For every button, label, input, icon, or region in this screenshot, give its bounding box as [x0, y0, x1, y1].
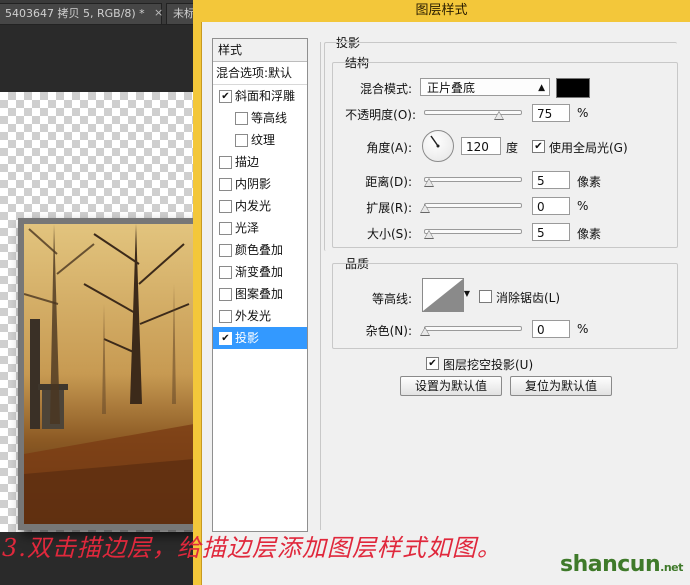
style-item-label: 斜面和浮雕	[235, 89, 296, 103]
style-item-label: 纹理	[251, 133, 276, 147]
style-item-label: 等高线	[251, 111, 288, 125]
style-item-9[interactable]: 图案叠加	[213, 283, 307, 305]
angle-input[interactable]: 120	[461, 137, 501, 155]
knockout-label: 图层挖空投影(U)	[443, 358, 534, 372]
style-item-7[interactable]: 颜色叠加	[213, 239, 307, 261]
watermark-text: shancun	[560, 552, 661, 577]
spread-input[interactable]: 0	[532, 197, 570, 215]
style-checkbox[interactable]	[219, 178, 232, 191]
style-item-1[interactable]: 等高线	[213, 107, 307, 129]
opacity-unit: %	[577, 106, 589, 120]
spread-unit: %	[577, 199, 589, 213]
size-input[interactable]: 5	[532, 223, 570, 241]
style-item-5[interactable]: 内发光	[213, 195, 307, 217]
distance-input[interactable]: 5	[532, 171, 570, 189]
noise-unit: %	[577, 322, 589, 336]
knockout-checkbox[interactable]: ✔	[426, 357, 439, 370]
style-item-3[interactable]: 描边	[213, 151, 307, 173]
blend-mode-value: 正片叠底	[427, 81, 476, 95]
autumn-park-photo	[24, 224, 194, 524]
antialias-label: 消除锯齿(L)	[496, 291, 561, 305]
style-item-label: 内阴影	[235, 177, 272, 191]
style-checkbox[interactable]: ✔	[219, 332, 232, 345]
make-default-button[interactable]: 设置为默认值	[400, 376, 502, 396]
contour-preview[interactable]	[422, 278, 464, 312]
blending-options-default[interactable]: 混合选项:默认	[213, 62, 307, 85]
style-checkbox[interactable]: ✔	[219, 90, 232, 103]
site-watermark: shancun.net	[560, 552, 683, 577]
style-item-2[interactable]: 纹理	[213, 129, 307, 151]
style-item-label: 渐变叠加	[235, 265, 284, 279]
global-light-checkbox[interactable]: ✔	[532, 140, 545, 153]
tutorial-caption: 3.双击描边层，给描边层添加图层样式如图。	[2, 534, 502, 562]
dialog-body: 样式 混合选项:默认 ✔ 斜面和浮雕 等高线 纹理 描边 内阴影 内发光 光泽 颜色叠加 渐变叠加…	[201, 22, 690, 585]
style-checkbox[interactable]	[219, 200, 232, 213]
angle-needle-icon	[430, 135, 440, 148]
noise-slider[interactable]	[424, 326, 522, 331]
blend-mode-label: 混合模式:	[359, 82, 412, 96]
style-checkbox[interactable]	[219, 222, 232, 235]
linear-contour-icon	[423, 279, 463, 311]
dialog-title: 图层样式	[415, 3, 468, 18]
style-item-label: 投影	[235, 331, 260, 345]
style-checkbox[interactable]	[235, 134, 248, 147]
angle-dial[interactable]	[422, 130, 454, 162]
noise-label: 杂色(N):	[365, 324, 412, 338]
style-item-label: 图案叠加	[235, 287, 284, 301]
noise-input[interactable]: 0	[532, 320, 570, 338]
opacity-label: 不透明度(O):	[345, 108, 416, 122]
distance-slider-thumb[interactable]	[424, 178, 434, 187]
style-item-10[interactable]: 外发光	[213, 305, 307, 327]
style-item-label: 描边	[235, 155, 260, 169]
close-tab-icon[interactable]: ×	[154, 3, 166, 23]
size-slider-thumb[interactable]	[424, 230, 434, 239]
antialias-checkbox[interactable]	[479, 290, 492, 303]
style-checkbox[interactable]	[219, 310, 232, 323]
global-light-label: 使用全局光(G)	[549, 141, 628, 155]
style-item-4[interactable]: 内阴影	[213, 173, 307, 195]
size-label: 大小(S):	[366, 227, 412, 241]
distance-slider[interactable]	[424, 177, 522, 182]
angle-unit: 度	[506, 141, 519, 155]
blend-mode-select[interactable]: 正片叠底 ▲	[420, 78, 550, 96]
style-item-0[interactable]: ✔ 斜面和浮雕	[213, 85, 307, 107]
style-item-8[interactable]: 渐变叠加	[213, 261, 307, 283]
layer-style-dialog: 图层样式 样式 混合选项:默认 ✔ 斜面和浮雕 等高线 纹理 描边 内阴影 内发光 光泽 颜色叠…	[193, 0, 690, 585]
select-arrows-icon: ▲	[538, 83, 545, 93]
shadow-color-swatch[interactable]	[556, 78, 590, 98]
watermark-tld: .net	[660, 561, 683, 574]
distance-label: 距离(D):	[365, 175, 412, 189]
style-item-6[interactable]: 光泽	[213, 217, 307, 239]
style-checkbox[interactable]	[235, 112, 248, 125]
opacity-slider-thumb[interactable]	[494, 111, 504, 120]
style-checkbox[interactable]	[219, 156, 232, 169]
contour-dropdown-icon[interactable]: ▼	[463, 278, 471, 310]
size-unit: 像素	[577, 227, 602, 241]
style-checkbox[interactable]	[219, 288, 232, 301]
noise-slider-thumb[interactable]	[420, 327, 430, 336]
contour-label: 等高线:	[371, 292, 412, 306]
size-slider[interactable]	[424, 229, 522, 234]
spread-label: 扩展(R):	[366, 201, 412, 215]
distance-unit: 像素	[577, 175, 602, 189]
spread-slider-thumb[interactable]	[420, 204, 430, 213]
reset-default-button[interactable]: 复位为默认值	[510, 376, 612, 396]
angle-label: 角度(A):	[366, 141, 412, 155]
opacity-input[interactable]: 75	[532, 104, 570, 122]
styles-header[interactable]: 样式	[213, 39, 307, 62]
style-item-label: 颜色叠加	[235, 243, 284, 257]
panel-divider	[320, 42, 321, 530]
style-checkbox[interactable]	[219, 266, 232, 279]
style-item-label: 光泽	[235, 221, 260, 235]
style-list: 样式 混合选项:默认 ✔ 斜面和浮雕 等高线 纹理 描边 内阴影 内发光 光泽 颜色叠加 渐变叠加…	[212, 38, 308, 532]
spread-slider[interactable]	[424, 203, 522, 208]
opacity-slider[interactable]	[424, 110, 522, 115]
document-tab[interactable]: 5403647 拷贝 5, RGB/8) *	[0, 3, 162, 24]
style-checkbox[interactable]	[219, 244, 232, 257]
style-item-label: 内发光	[235, 199, 272, 213]
style-item-label: 外发光	[235, 309, 272, 323]
style-item-11[interactable]: ✔ 投影	[213, 327, 307, 349]
